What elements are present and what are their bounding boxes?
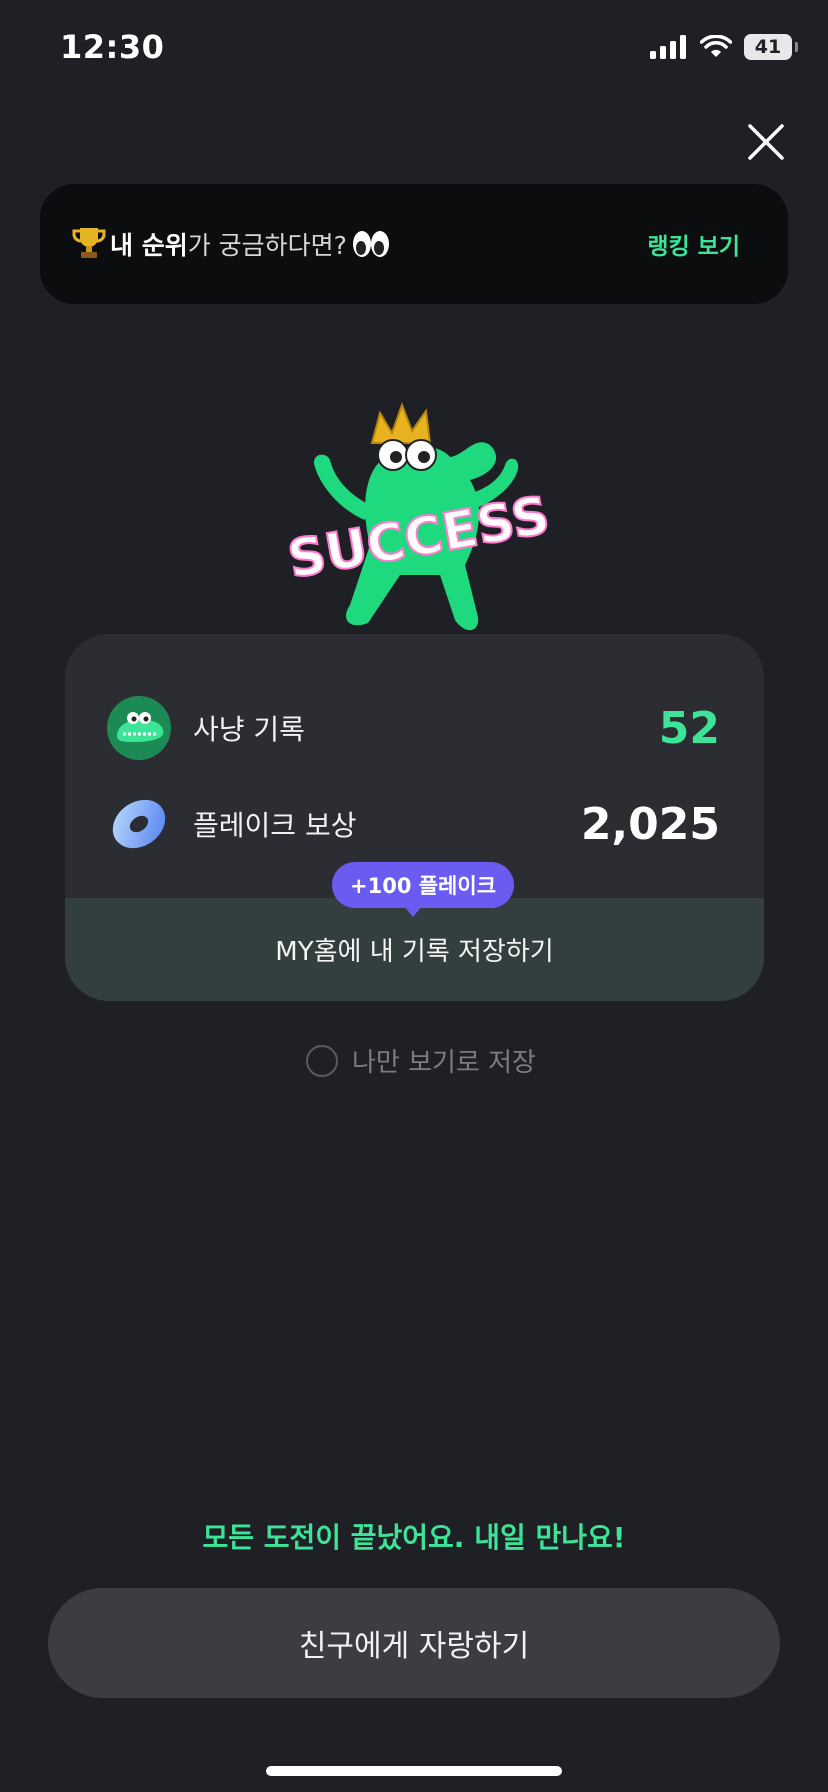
ranking-prompt: 내 순위 가 궁금하다면?: [72, 226, 391, 262]
status-indicators: 41: [650, 34, 798, 60]
private-save-radio[interactable]: [306, 1044, 338, 1077]
result-card: 사냥 기록 52 플레이크 보상 2,025 MY홈에 내 기록 저장하기: [65, 634, 764, 1001]
home-indicator[interactable]: [266, 1766, 562, 1776]
signal-icon: [650, 35, 686, 59]
flake-reward-value: 2,025: [580, 798, 720, 850]
ranking-link[interactable]: 랭킹 보기: [647, 227, 740, 261]
share-with-friends-label: 친구에게 자랑하기: [298, 1629, 530, 1664]
eyes-icon: [352, 231, 389, 257]
status-time: 12:30: [60, 28, 165, 66]
share-with-friends-button[interactable]: 친구에게 자랑하기: [48, 1588, 780, 1698]
flake-reward-row: 플레이크 보상 2,025: [107, 792, 720, 856]
private-save-option[interactable]: 나만 보기로 저장: [306, 1042, 536, 1079]
private-save-label: 나만 보기로 저장: [352, 1048, 536, 1078]
hunt-record-label: 사냥 기록: [193, 713, 305, 746]
hunt-record-row: 사냥 기록 52: [107, 696, 720, 760]
battery-icon: 41: [744, 34, 798, 60]
ranking-prompt-bold: 내 순위: [110, 231, 188, 260]
crown-icon: [370, 402, 432, 444]
flake-reward-label: 플레이크 보상: [193, 809, 357, 842]
hunt-record-value: 52: [658, 702, 720, 754]
ranking-prompt-text: 가 궁금하다면?: [187, 231, 347, 260]
flake-bonus-badge: +100 플레이크: [332, 862, 515, 908]
save-to-my-home-label: MY홈에 내 기록 저장하기: [275, 937, 554, 967]
completion-message: 모든 도전이 끝났어요. 내일 만나요!: [202, 1521, 626, 1554]
crocodile-avatar-icon: [107, 696, 171, 760]
flake-bonus-badge-tail: [404, 906, 422, 917]
success-mascot-illustration: SUCCESS: [283, 402, 555, 631]
close-icon[interactable]: [746, 122, 786, 162]
trophy-icon: [72, 228, 106, 258]
flake-donut-icon: [112, 799, 166, 849]
ranking-banner[interactable]: 내 순위 가 궁금하다면? 랭킹 보기: [40, 184, 788, 304]
battery-level: 41: [754, 36, 782, 58]
wifi-icon: [700, 35, 732, 57]
